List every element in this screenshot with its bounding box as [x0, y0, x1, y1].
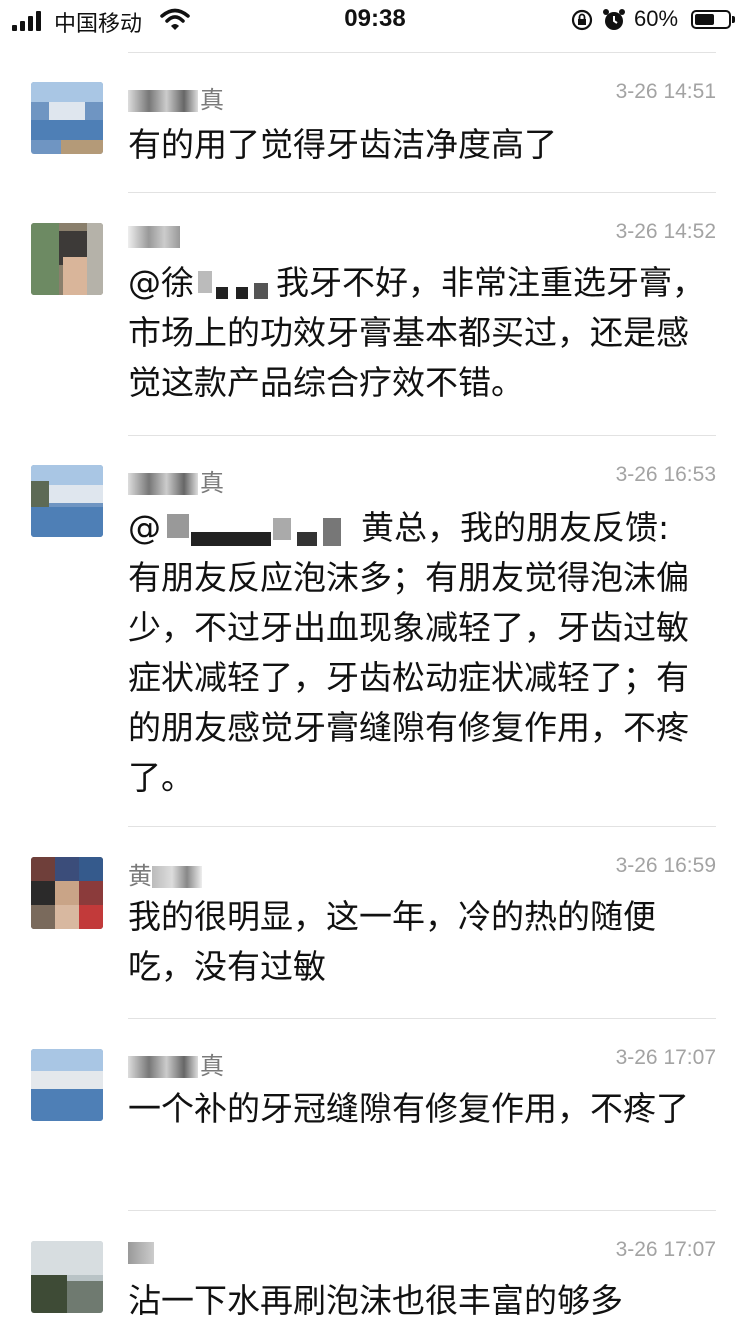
- blurred-name: [161, 510, 361, 550]
- sender-name: [128, 1238, 156, 1268]
- timestamp: 3-26 14:51: [615, 80, 716, 103]
- avatar[interactable]: [31, 223, 103, 295]
- divider: [128, 1018, 716, 1019]
- message-text: 一个补的牙冠缝隙有修复作用，不疼了: [128, 1089, 689, 1128]
- sender-name: 黄: [128, 856, 204, 890]
- divider: [128, 1210, 716, 1211]
- avatar[interactable]: [31, 1049, 103, 1121]
- timestamp: 3-26 14:52: [615, 220, 716, 243]
- avatar[interactable]: [31, 82, 103, 154]
- message-text: 我的很明显，这一年，冷的热的随便吃，没有过敏: [128, 897, 656, 986]
- status-bar: 中国移动 09:38 60%: [0, 0, 750, 40]
- battery-percent: 60%: [634, 6, 679, 31]
- sender-name: 真: [128, 463, 224, 497]
- rotation-lock-icon: [571, 9, 593, 31]
- divider: [128, 826, 716, 827]
- message-text: 沾一下水再刷泡沫也很丰富的够多: [128, 1281, 623, 1320]
- timestamp: 3-26 17:07: [615, 1046, 716, 1069]
- message-text: @ 黄总，我的朋友反馈: 有朋友反应泡沫多；有朋友觉得泡沫偏少，不过牙出血现象减轻…: [128, 508, 689, 797]
- avatar[interactable]: [31, 857, 103, 929]
- timestamp: 3-26 17:07: [615, 1238, 716, 1261]
- message-text: 有的用了觉得牙齿洁净度高了: [128, 125, 557, 164]
- mention[interactable]: @: [128, 508, 161, 547]
- blurred-name: [194, 265, 276, 305]
- avatar[interactable]: [31, 1241, 103, 1313]
- sender-name: 真: [128, 1046, 224, 1080]
- timestamp: 3-26 16:59: [615, 854, 716, 877]
- avatar[interactable]: [31, 465, 103, 537]
- mention[interactable]: @徐: [128, 263, 194, 302]
- divider: [128, 52, 716, 53]
- timestamp: 3-26 16:53: [615, 463, 716, 486]
- message-text: @徐 我牙不好，非常注重选牙膏，市场上的功效牙膏基本都买过，还是感觉这款产品综合疗…: [128, 263, 705, 402]
- battery-icon: [691, 10, 735, 29]
- sender-name: [128, 222, 182, 252]
- divider: [128, 192, 716, 193]
- alarm-icon: [603, 9, 625, 30]
- sender-name: 真: [128, 80, 224, 114]
- divider: [128, 435, 716, 436]
